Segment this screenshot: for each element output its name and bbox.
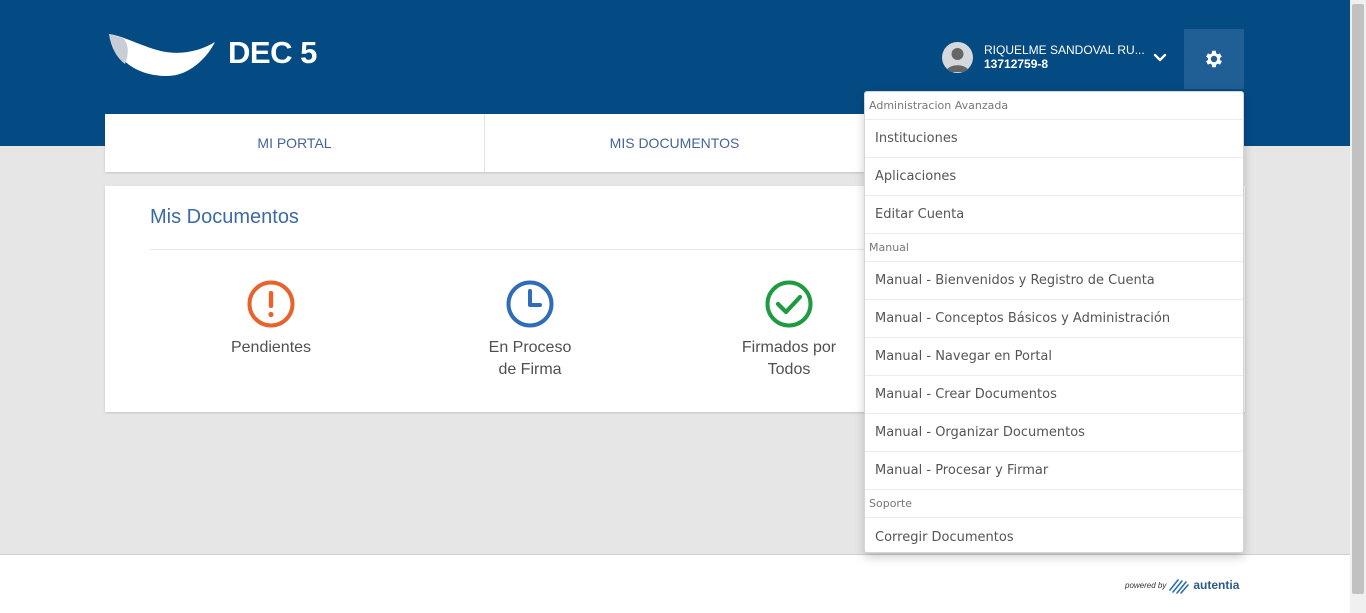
powered-by-text: powered by (1125, 580, 1167, 590)
scrollbar-thumb[interactable] (1352, 4, 1364, 594)
menu-item-corregir-documentos[interactable]: Corregir Documentos (865, 518, 1243, 556)
menu-item-manual-organizar[interactable]: Manual - Organizar Documentos (865, 414, 1243, 452)
menu-item-manual-conceptos[interactable]: Manual - Conceptos Básicos y Administrac… (865, 300, 1243, 338)
tab-mis-documentos[interactable]: MIS DOCUMENTOS (485, 114, 865, 172)
exclamation-circle-icon (247, 280, 295, 328)
menu-item-editar-cuenta[interactable]: Editar Cuenta (865, 196, 1243, 234)
menu-section-header: Administracion Avanzada (865, 92, 1243, 120)
menu-item-manual-navegar[interactable]: Manual - Navegar en Portal (865, 338, 1243, 376)
main-tabs: MI PORTAL MIS DOCUMENTOS (105, 114, 865, 172)
wave-logo-icon (109, 34, 215, 76)
check-circle-icon (765, 280, 813, 328)
user-id: 13712759-8 (984, 57, 1049, 71)
stat-label-line2: de Firma (498, 361, 562, 378)
settings-dropdown-menu: Administracion Avanzada Instituciones Ap… (864, 91, 1244, 553)
menu-item-aplicaciones[interactable]: Aplicaciones (865, 158, 1243, 196)
chevron-down-icon[interactable] (1152, 51, 1168, 65)
logo-text: DEC 5 (228, 35, 317, 70)
stat-label: Firmados por (741, 339, 837, 356)
user-avatar-icon (942, 42, 973, 73)
stat-firmados[interactable]: Firmados por Todos (699, 280, 879, 381)
menu-item-manual-crear[interactable]: Manual - Crear Documentos (865, 376, 1243, 414)
footer: powered by autentia (0, 554, 1350, 613)
stat-label: En Proceso (488, 339, 572, 356)
gear-icon (1206, 50, 1222, 68)
stat-en-proceso[interactable]: En Proceso de Firma (440, 280, 620, 381)
menu-section-header: Manual (865, 234, 1243, 262)
dec5-logo[interactable]: DEC 5 (107, 30, 327, 80)
card-title: Mis Documentos (150, 206, 299, 228)
autentia-brand: autentia (1193, 578, 1240, 592)
stat-label: Pendientes (230, 339, 312, 356)
menu-section-header: Soporte (865, 490, 1243, 518)
menu-item-manual-bienvenidos[interactable]: Manual - Bienvenidos y Registro de Cuent… (865, 262, 1243, 300)
powered-by-autentia[interactable]: powered by autentia (1125, 576, 1239, 594)
stat-label-line2: Todos (767, 361, 811, 378)
settings-button[interactable] (1184, 29, 1244, 89)
user-name: RIQUELME SANDOVAL RU... (984, 43, 1145, 57)
menu-item-instituciones[interactable]: Instituciones (865, 120, 1243, 158)
tab-mi-portal[interactable]: MI PORTAL (105, 114, 485, 172)
stat-pendientes[interactable]: Pendientes (181, 280, 361, 359)
autentia-logo-icon (1169, 579, 1190, 594)
clock-icon (506, 280, 554, 328)
scrollbar[interactable] (1350, 0, 1366, 613)
menu-item-manual-procesar[interactable]: Manual - Procesar y Firmar (865, 452, 1243, 490)
